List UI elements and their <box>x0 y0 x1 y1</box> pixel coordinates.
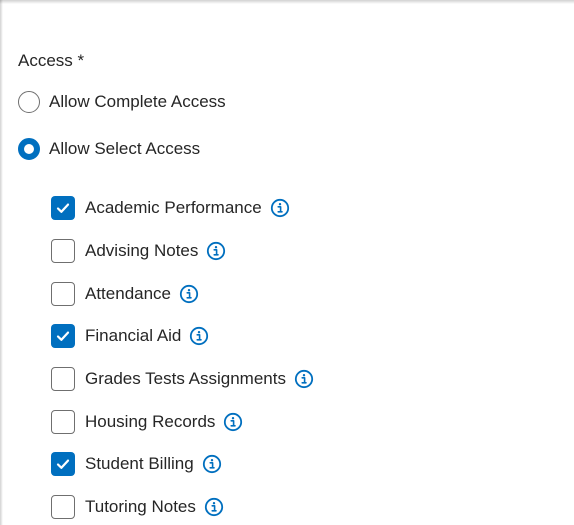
checkbox[interactable] <box>51 239 75 263</box>
info-circle-icon[interactable] <box>206 241 226 261</box>
info-circle-icon[interactable] <box>202 454 222 474</box>
checkbox-label: Housing Records <box>85 412 216 431</box>
checkbox[interactable] <box>51 367 75 391</box>
checkbox[interactable] <box>51 282 75 306</box>
checkbox-attendance[interactable]: Attendance <box>51 282 199 306</box>
checkbox-label: Attendance <box>85 284 172 303</box>
checkbox-label: Academic Performance <box>85 198 262 217</box>
checkbox-label: Tutoring Notes <box>85 497 196 516</box>
checkmark-icon <box>56 331 70 341</box>
checkbox[interactable] <box>51 324 75 348</box>
checkbox-label: Financial Aid <box>85 326 182 345</box>
checkbox-student-billing[interactable]: Student Billing <box>51 452 222 476</box>
checkbox-housing-records[interactable]: Housing Records <box>51 410 243 434</box>
info-circle-icon[interactable] <box>189 326 209 346</box>
checkbox-financial-aid[interactable]: Financial Aid <box>51 324 209 348</box>
checkbox-tutoring-notes[interactable]: Tutoring Notes <box>51 495 224 519</box>
checkbox-advising-notes[interactable]: Advising Notes <box>51 239 226 263</box>
checkbox[interactable] <box>51 452 75 476</box>
checkbox[interactable] <box>51 410 75 434</box>
info-circle-icon[interactable] <box>204 497 224 517</box>
checkbox[interactable] <box>51 196 75 220</box>
checkbox-label: Student Billing <box>85 454 194 473</box>
checkbox-label: Advising Notes <box>85 241 199 260</box>
info-circle-icon[interactable] <box>179 284 199 304</box>
checkbox-academic-performance[interactable]: Academic Performance <box>51 196 290 220</box>
checkbox[interactable] <box>51 495 75 519</box>
checkbox-label: Grades Tests Assignments <box>85 369 286 388</box>
access-panel: Access * Allow Complete Access Allow Sel… <box>0 0 574 525</box>
checkmark-icon <box>56 203 70 213</box>
info-circle-icon[interactable] <box>270 198 290 218</box>
info-circle-icon[interactable] <box>223 412 243 432</box>
checkbox-grades-tests-assignments[interactable]: Grades Tests Assignments <box>51 367 314 391</box>
checkmark-icon <box>56 459 70 469</box>
access-checklist: Academic Performance Advising Notes Atte… <box>0 0 574 525</box>
info-circle-icon[interactable] <box>294 369 314 389</box>
